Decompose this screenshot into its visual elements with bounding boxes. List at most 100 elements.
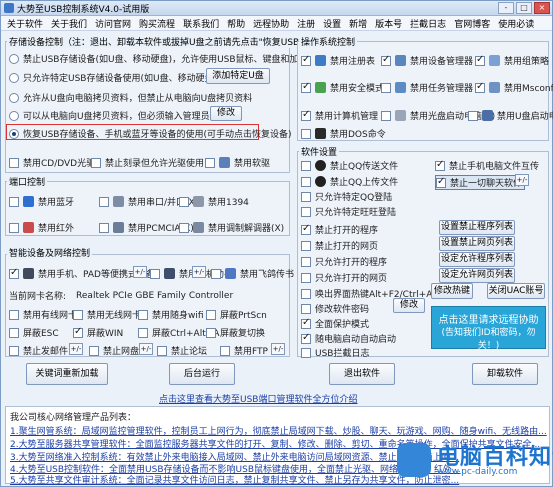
disable-group-policy-checkbox[interactable]: 禁用组策略 bbox=[475, 54, 549, 67]
intro-link[interactable]: 点击这里查看大势至USB端口管理软件全方位介绍 bbox=[159, 392, 357, 405]
disable-usb-boot-checkbox[interactable]: 禁用U盘启动电脑(X) bbox=[468, 109, 553, 122]
menu-about-software[interactable]: 关于软件 bbox=[3, 17, 47, 30]
block-phone-transfer-checkbox[interactable]: 禁止手机电脑文件互传 bbox=[435, 159, 539, 172]
disable-cd-checkbox[interactable]: 禁用CD/DVD光驱 bbox=[9, 156, 95, 169]
checkbox[interactable] bbox=[301, 288, 311, 299]
block-ftp-checkbox[interactable]: 禁用FTP bbox=[220, 344, 268, 357]
product-item-1[interactable]: 1.聚生网管系统：局域网监控管理软件，控制员工上网行为，彻底禁止局域网下载、炒股… bbox=[10, 424, 547, 437]
checkbox[interactable] bbox=[150, 268, 160, 279]
disable-task-manager-checkbox[interactable]: 禁用任务管理器 bbox=[381, 81, 473, 94]
checkbox[interactable] bbox=[205, 157, 215, 168]
netdisk-plusminus-button[interactable]: +/- bbox=[139, 343, 153, 355]
block-netdisk-checkbox[interactable]: 禁止网盘 bbox=[89, 344, 139, 357]
disable-portable-wifi-checkbox[interactable]: 禁用随身wifi bbox=[138, 308, 204, 321]
storage-option-4[interactable]: 可以从电脑向U盘拷贝资料，但必须输入管理员密码 bbox=[9, 109, 228, 122]
checkbox[interactable] bbox=[381, 110, 391, 121]
checkbox[interactable] bbox=[9, 345, 19, 356]
allow-specific-wangwang-checkbox[interactable]: 只允许特定旺旺登陆 bbox=[301, 205, 396, 218]
checkbox[interactable] bbox=[9, 327, 19, 338]
checkbox[interactable] bbox=[301, 128, 311, 139]
set-allowed-webpages-button[interactable]: 设定允许网页列表 bbox=[439, 268, 515, 283]
block-forum-checkbox[interactable]: 禁止论坛 bbox=[157, 344, 207, 357]
disable-burn-checkbox[interactable]: 禁止刻录但允许光驱使用 bbox=[91, 156, 204, 169]
checkbox[interactable] bbox=[9, 222, 19, 233]
checkbox[interactable] bbox=[138, 309, 148, 320]
disable-infrared-checkbox[interactable]: 禁用红外 bbox=[9, 221, 74, 234]
menu-blog[interactable]: 官网博客 bbox=[450, 17, 494, 30]
radio[interactable] bbox=[9, 92, 19, 103]
radio[interactable] bbox=[9, 110, 19, 121]
checkbox[interactable] bbox=[301, 223, 311, 235]
block-email-checkbox[interactable]: 禁止发邮件 bbox=[9, 344, 68, 357]
disable-1394-checkbox[interactable]: 禁用1394 bbox=[179, 195, 249, 208]
menu-purchase[interactable]: 购买流程 bbox=[135, 17, 179, 30]
checkbox[interactable] bbox=[73, 309, 83, 320]
modify-hotkey-button[interactable]: 修改热键 bbox=[431, 283, 473, 299]
radio[interactable] bbox=[9, 72, 19, 83]
maximize-button[interactable]: □ bbox=[516, 2, 532, 14]
disable-device-manager-checkbox[interactable]: 禁用设备管理器 bbox=[381, 54, 473, 67]
usb-log-checkbox[interactable]: USB拦截日志 bbox=[301, 346, 369, 359]
disable-floppy-checkbox[interactable]: 禁用软驱 bbox=[205, 156, 270, 169]
checkbox[interactable] bbox=[301, 206, 311, 217]
modify-software-password-button[interactable]: 修改 bbox=[393, 298, 425, 313]
set-blocked-webpages-button[interactable]: 设置禁止网页列表 bbox=[439, 236, 515, 251]
checkbox[interactable] bbox=[301, 303, 311, 314]
disable-modem-checkbox[interactable]: 禁用调制解调器(X) bbox=[179, 221, 284, 234]
checkbox[interactable] bbox=[99, 222, 109, 233]
checkbox[interactable] bbox=[211, 268, 221, 279]
menu-website[interactable]: 访问官网 bbox=[91, 17, 135, 30]
assistant-plusminus-button[interactable]: +/- bbox=[192, 266, 206, 278]
checkbox[interactable] bbox=[220, 345, 230, 356]
checkbox[interactable] bbox=[73, 326, 83, 338]
checkbox[interactable] bbox=[301, 332, 311, 344]
storage-option-5[interactable]: 恢复USB存储设备、手机或蓝牙等设备的使用(可手动点击恢复设备) bbox=[9, 127, 292, 140]
close-button[interactable]: × bbox=[534, 2, 550, 14]
menu-version[interactable]: 版本号 bbox=[371, 17, 406, 30]
disable-registry-checkbox[interactable]: 禁用注册表 bbox=[301, 54, 375, 67]
checkbox[interactable] bbox=[301, 256, 311, 267]
disable-wired-nic-checkbox[interactable]: 禁用有线网卡 bbox=[9, 308, 77, 321]
block-switch-checkbox[interactable]: 屏蔽复切换 bbox=[206, 326, 265, 339]
disable-bluetooth-checkbox[interactable]: 禁用蓝牙 bbox=[9, 195, 74, 208]
checkbox[interactable] bbox=[475, 54, 485, 66]
product-item-5[interactable]: 5.大势至共享文件审计系统：全面记录共享文件访问日志，禁止复制共享文件、禁止另存… bbox=[10, 473, 459, 486]
block-qq-upload-checkbox[interactable]: 禁止QQ上传文件 bbox=[301, 175, 398, 188]
checkbox[interactable] bbox=[301, 176, 311, 187]
checkbox[interactable] bbox=[301, 191, 311, 202]
disable-dos-checkbox[interactable]: 禁用DOS命令 bbox=[301, 127, 386, 140]
modify-password-checkbox[interactable]: 修改软件密码 bbox=[301, 302, 369, 315]
checkbox[interactable] bbox=[381, 82, 391, 93]
block-qq-transfer-checkbox[interactable]: 禁止QQ传送文件 bbox=[301, 159, 398, 172]
email-plusminus-button[interactable]: +/- bbox=[69, 343, 83, 355]
menu-help[interactable]: 帮助 bbox=[223, 17, 249, 30]
uninstall-software-button[interactable]: 卸载软件 bbox=[472, 363, 538, 385]
checkbox[interactable] bbox=[9, 157, 19, 168]
allow-webpages-checkbox[interactable]: 只允许打开的网页 bbox=[301, 271, 387, 284]
background-run-button[interactable]: 后台运行 bbox=[169, 363, 235, 385]
menu-contact[interactable]: 联系我们 bbox=[179, 17, 223, 30]
menu-remote[interactable]: 远程协助 bbox=[249, 17, 293, 30]
checkbox[interactable] bbox=[468, 110, 478, 121]
chat-plusminus-button[interactable]: +/- bbox=[515, 174, 529, 186]
checkbox[interactable] bbox=[157, 345, 167, 356]
remote-assist-button[interactable]: 点击这里请求远程协助 (告知我们ID和密码，勿关！) bbox=[431, 306, 546, 351]
checkbox[interactable] bbox=[179, 222, 189, 233]
checkbox[interactable] bbox=[301, 240, 311, 251]
menu-must-read[interactable]: 使用必读 bbox=[494, 17, 538, 30]
block-esc-checkbox[interactable]: 屏蔽ESC bbox=[9, 326, 59, 339]
storage-option-3[interactable]: 允许从U盘向电脑拷贝资料，但禁止从电脑向U盘拷贝资料 bbox=[9, 91, 252, 104]
exit-software-button[interactable]: 退出软件 bbox=[329, 363, 395, 385]
block-win-checkbox[interactable]: 屏蔽WIN bbox=[73, 326, 123, 339]
checkbox[interactable] bbox=[301, 109, 311, 121]
allow-programs-checkbox[interactable]: 只允许打开的程序 bbox=[301, 255, 387, 268]
checkbox[interactable] bbox=[301, 160, 311, 171]
ftp-plusminus-button[interactable]: +/- bbox=[271, 343, 285, 355]
checkbox[interactable] bbox=[206, 309, 216, 320]
checkbox[interactable] bbox=[206, 327, 216, 338]
set-allowed-programs-button[interactable]: 设定允许程序列表 bbox=[439, 252, 515, 267]
menu-register[interactable]: 注册 bbox=[293, 17, 319, 30]
auto-start-checkbox[interactable]: 随电脑启动自动启动 bbox=[301, 332, 396, 345]
checkbox[interactable] bbox=[436, 176, 446, 188]
checkbox[interactable] bbox=[138, 327, 148, 338]
